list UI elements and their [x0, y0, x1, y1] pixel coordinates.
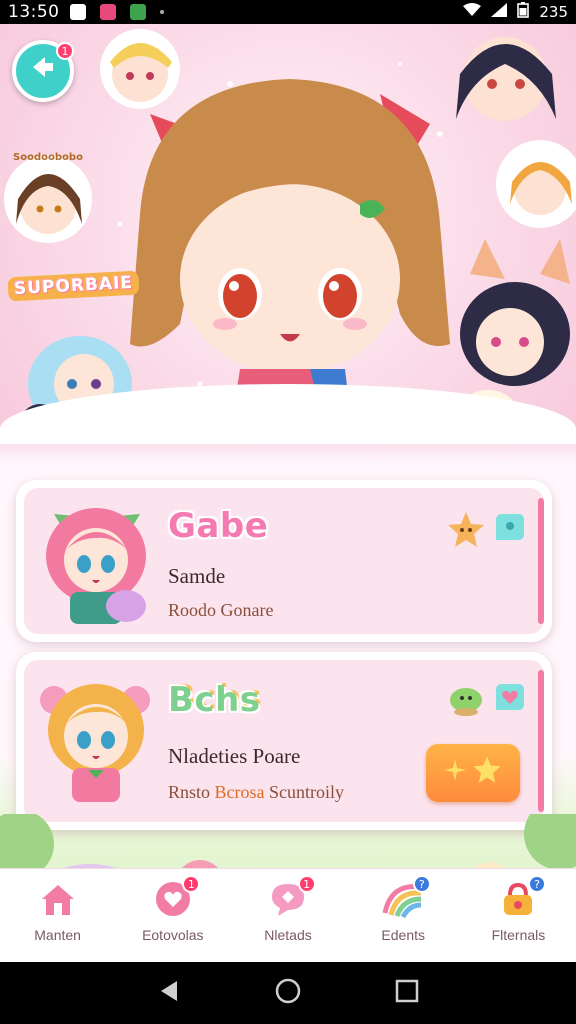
nav-item-home[interactable]: Manten: [0, 869, 115, 962]
card-1-star-sticker-icon: [446, 510, 486, 550]
card-2-meta-suffix: Scuntroily: [269, 782, 344, 802]
system-navigation-bar: [0, 962, 576, 1024]
home-icon: [36, 877, 80, 921]
hero-sticker-text: Soodoobobo: [13, 152, 83, 163]
hero-artwork: [4, 29, 576, 444]
card-1-chat-bubble-icon[interactable]: [492, 510, 528, 546]
nav-label-messages: Nletads: [264, 927, 312, 943]
wifi-icon: [463, 3, 482, 21]
card-2-heart-bubble-icon[interactable]: [492, 680, 528, 716]
hero-illustration: SUPORBAIE Soodoobobo: [0, 24, 576, 444]
back-arrow-icon: [29, 53, 57, 89]
favorite-stars-button[interactable]: [426, 744, 520, 802]
star-icon: [472, 755, 502, 792]
card-body: Gabe Samde Roodo Gonare: [24, 488, 544, 634]
card-1-meta: Roodo Gonare: [168, 600, 274, 620]
card-2-meta-highlight: Bcrosa: [214, 782, 265, 802]
sparkle-icon: [444, 758, 466, 788]
character-card-1[interactable]: Gabe Samde Roodo Gonare: [16, 480, 552, 642]
card-2-turtle-sticker-icon: [446, 678, 486, 718]
card-2-meta: Rnsto Bcrosa Scuntroily: [168, 782, 344, 803]
card-2-avatar: [40, 684, 150, 802]
card-1-title: Gabe: [168, 506, 269, 546]
back-button[interactable]: 1: [12, 40, 74, 102]
home-circle-icon[interactable]: [274, 977, 302, 1009]
more-dot-icon: [159, 10, 164, 14]
nav-label-events: Edents: [381, 927, 425, 943]
card-2-meta-prefix: Rnsto: [168, 782, 211, 802]
back-badge: 1: [56, 42, 74, 60]
nav-badge-events: ?: [412, 875, 431, 893]
nav-item-friends[interactable]: ? Flternals: [461, 869, 576, 962]
back-triangle-icon[interactable]: [157, 979, 181, 1007]
nav-label-favorites: Eotovolas: [142, 927, 204, 943]
notification-icon: [99, 4, 116, 20]
card-1-subtitle: Samde: [168, 564, 226, 588]
nav-badge-messages: 1: [297, 875, 316, 893]
photo-icon: [69, 4, 86, 20]
status-time: 13:50: [8, 2, 60, 22]
battery-icon: [517, 2, 530, 22]
nav-badge-friends: ?: [528, 875, 547, 893]
card-2-subtitle: Nladeties Poare: [168, 744, 301, 768]
card-1-avatar: [46, 508, 146, 624]
card-2-title: Bchs: [168, 680, 261, 720]
nav-item-events[interactable]: ? Edents: [346, 869, 461, 962]
card-body: Bchs Nladeties Poare Rnsto Bcrosa Scuntr…: [24, 660, 544, 822]
nav-item-messages[interactable]: 1 Nletads: [230, 869, 345, 962]
signal-icon: [491, 3, 508, 21]
app-icon: [129, 4, 146, 20]
recents-square-icon[interactable]: [395, 979, 419, 1007]
nav-label-home: Manten: [34, 927, 81, 943]
nav-badge-favorites: 1: [182, 875, 201, 893]
status-right-text: 235: [539, 3, 568, 21]
status-bar: 13:50 235: [0, 0, 576, 24]
app-screen: SUPORBAIE Soodoobobo 1 Gabe Samde Roodo …: [0, 24, 576, 962]
nav-item-favorites[interactable]: 1 Eotovolas: [115, 869, 230, 962]
bottom-navigation: Manten 1 Eotovolas 1 Nletads ? Edents ? …: [0, 868, 576, 962]
nav-label-friends: Flternals: [491, 927, 546, 943]
character-card-2[interactable]: Bchs Nladeties Poare Rnsto Bcrosa Scuntr…: [16, 652, 552, 830]
